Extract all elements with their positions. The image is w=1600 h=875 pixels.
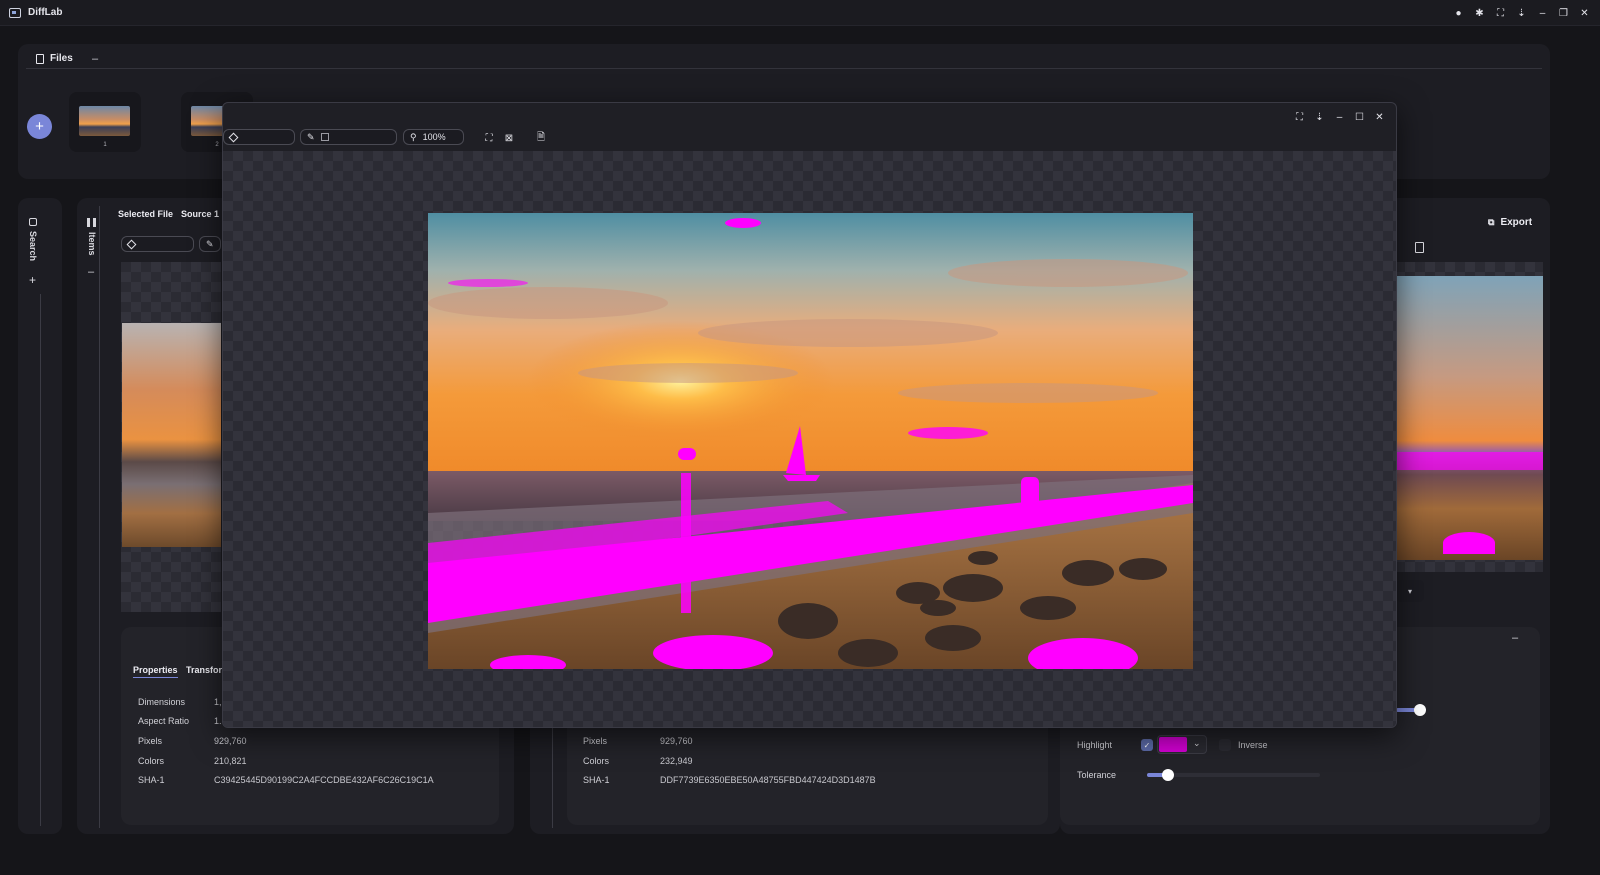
highlight-color-picker[interactable]: ⌄ xyxy=(1157,735,1207,754)
pen-icon: ✎ xyxy=(307,131,315,142)
prop-value: 210,821 xyxy=(214,756,247,766)
diff-preview-image xyxy=(428,213,1193,669)
prop-value: C39425445D90199C2A4FCCDBE432AF6C26C19C1A xyxy=(214,775,434,785)
title-bar: DiffLab ● ✱ ⛶ ⇣ – ❐ ✕ xyxy=(0,0,1600,26)
document-icon[interactable]: 🗎 xyxy=(534,131,548,145)
close-button[interactable]: ✕ xyxy=(1371,109,1388,126)
zoom-value: 100% xyxy=(422,132,446,142)
highlight-checkbox[interactable]: ✓ xyxy=(1141,739,1153,751)
minimize-button[interactable]: – xyxy=(1533,4,1552,23)
close-button[interactable]: ✕ xyxy=(1575,4,1594,23)
zoom-control[interactable]: ⚲ 100% xyxy=(403,129,464,145)
prop-label: Pixels xyxy=(138,736,163,746)
fullscreen-icon[interactable]: ⛶ xyxy=(1491,4,1510,23)
viewer-pen-selector[interactable]: ✎ xyxy=(300,129,397,145)
files-icon xyxy=(36,53,44,64)
prop-label: SHA-1 xyxy=(583,775,610,785)
diff-mode-dropdown[interactable]: ▾ xyxy=(1396,580,1424,602)
highlight-color-swatch xyxy=(1159,737,1187,752)
add-search-button[interactable]: + xyxy=(29,273,36,287)
thumbnail-number: 1 xyxy=(103,142,107,148)
tolerance-label: Tolerance xyxy=(1077,770,1117,780)
search-label[interactable]: Search xyxy=(28,231,38,261)
tolerance-slider-handle[interactable] xyxy=(1162,769,1174,781)
app-logo-icon xyxy=(9,7,21,18)
prop-label: Pixels xyxy=(583,736,608,746)
prop-value: 232,949 xyxy=(660,756,693,766)
zoom-icon: ⚲ xyxy=(410,131,417,142)
highlight-label: Highlight xyxy=(1077,740,1113,750)
export-label: Export xyxy=(1500,217,1533,228)
minimize-button[interactable]: – xyxy=(1331,109,1348,126)
image-viewer-window: ⛶ ⇣ – ☐ ✕ ✎ ⚲ 100% ⛶ ⊠ 🗎 xyxy=(222,102,1397,728)
gear-icon[interactable]: ✱ xyxy=(1470,4,1489,23)
search-divider xyxy=(40,294,41,826)
report-icon[interactable] xyxy=(1415,242,1424,253)
tab-transform[interactable]: Transfor xyxy=(186,665,222,675)
inverse-label: Inverse xyxy=(1238,740,1268,750)
pen-icon: ✎ xyxy=(206,238,214,249)
info-icon[interactable]: ● xyxy=(1449,4,1468,23)
chevron-down-icon: ⌄ xyxy=(1193,738,1201,748)
items-divider xyxy=(99,206,100,828)
pin-icon[interactable]: ⇣ xyxy=(1512,4,1531,23)
square-icon xyxy=(320,133,329,141)
diamond-icon xyxy=(126,239,137,249)
viewer-window-controls: ⛶ ⇣ – ☐ ✕ xyxy=(1291,109,1388,126)
export-button[interactable]: ⧉ Export xyxy=(1488,217,1532,228)
collapse-items-button[interactable]: – xyxy=(88,266,94,278)
prop-value: 1. xyxy=(214,716,222,726)
maximize-button[interactable]: ☐ xyxy=(1351,109,1368,126)
export-icon: ⧉ xyxy=(1488,217,1495,227)
add-file-button[interactable]: + xyxy=(27,114,52,139)
prop-label: Dimensions xyxy=(138,697,186,707)
pin-icon[interactable]: ⇣ xyxy=(1311,109,1328,126)
tab-files[interactable]: Files xyxy=(36,53,73,64)
selected-file-tab[interactable]: Selected File xyxy=(118,209,173,219)
prop-value: 929,760 xyxy=(660,736,693,746)
files-divider xyxy=(26,68,1542,69)
collapse-files-button[interactable]: – xyxy=(92,53,98,65)
viewer-canvas[interactable] xyxy=(223,151,1396,727)
thumbnail-image xyxy=(79,106,130,136)
prop-label: SHA-1 xyxy=(138,775,165,785)
prop-value: 1, xyxy=(214,697,222,707)
diff-result-image xyxy=(1395,276,1543,560)
inverse-checkbox[interactable] xyxy=(1219,739,1231,751)
prop-label: Aspect Ratio xyxy=(138,716,190,726)
items-label[interactable]: Items xyxy=(87,232,97,256)
titlebar-controls: ● ✱ ⛶ ⇣ – ❐ ✕ xyxy=(1449,0,1594,26)
file-thumbnail[interactable]: 1 xyxy=(69,92,141,152)
tab-properties[interactable]: Properties xyxy=(133,665,178,678)
diff-highlight-region xyxy=(1443,532,1495,554)
left-pen-selector[interactable]: ✎ xyxy=(199,236,221,252)
actual-size-icon[interactable]: ⊠ xyxy=(502,131,516,145)
left-source-image xyxy=(122,323,221,547)
viewer-shape-selector[interactable] xyxy=(223,129,295,145)
prop-value: 929,760 xyxy=(214,736,247,746)
left-shape-selector[interactable] xyxy=(121,236,194,252)
source-tab[interactable]: Source 1 xyxy=(181,209,219,219)
items-icon[interactable] xyxy=(87,218,96,227)
plus-icon: + xyxy=(35,118,44,135)
prop-label: Colors xyxy=(583,756,610,766)
app-title: DiffLab xyxy=(28,7,63,18)
upper-slider-handle[interactable] xyxy=(1414,704,1426,716)
tab-files-label: Files xyxy=(50,53,73,64)
prop-value: DDF7739E6350EBE50A48755FBD447424D3D1487B xyxy=(660,775,876,785)
search-icon[interactable] xyxy=(29,218,37,226)
sunset-beach-scene xyxy=(428,213,1193,669)
diff-highlight-region xyxy=(1395,452,1543,470)
fit-to-screen-icon[interactable]: ⛶ xyxy=(482,131,496,145)
collapse-settings-button[interactable]: – xyxy=(1512,632,1518,644)
prop-label: Colors xyxy=(138,756,165,766)
restore-button[interactable]: ❐ xyxy=(1554,4,1573,23)
diamond-icon xyxy=(228,132,239,142)
fullscreen-icon[interactable]: ⛶ xyxy=(1291,109,1308,126)
